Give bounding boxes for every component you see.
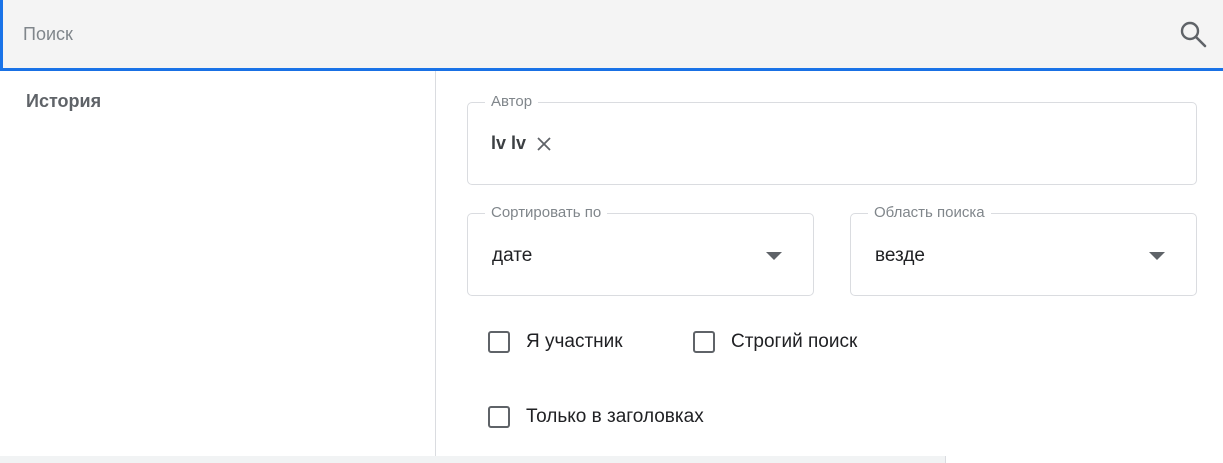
search-scope-label: Область поиска bbox=[868, 203, 991, 223]
chevron-down-icon[interactable] bbox=[766, 252, 782, 260]
checkbox-strict-search[interactable]: Строгий поиск bbox=[693, 331, 857, 353]
author-chip: lv lv bbox=[491, 133, 552, 154]
background-strip bbox=[0, 456, 945, 463]
search-scope-value: везде bbox=[875, 245, 925, 266]
checkbox-box[interactable] bbox=[488, 406, 510, 428]
history-title: История bbox=[26, 91, 102, 111]
search-scope-select[interactable]: Область поиска везде bbox=[850, 203, 1197, 296]
sort-by-label: Сортировать по bbox=[485, 203, 608, 223]
checkbox-box[interactable] bbox=[693, 331, 715, 353]
checkbox-participant[interactable]: Я участник bbox=[488, 331, 623, 353]
chevron-down-icon[interactable] bbox=[1149, 252, 1165, 260]
search-input[interactable] bbox=[21, 16, 1155, 52]
author-chip-text: lv lv bbox=[491, 133, 527, 153]
author-field[interactable]: Автор lv lv bbox=[467, 92, 1197, 185]
close-icon[interactable] bbox=[536, 136, 552, 152]
history-sidebar: История bbox=[0, 71, 436, 456]
sort-by-value: дате bbox=[492, 245, 533, 266]
search-dropdown-panel: История Автор lv lv Сортировать по дате … bbox=[0, 71, 1223, 456]
checkbox-box[interactable] bbox=[488, 331, 510, 353]
background-edge bbox=[945, 456, 1223, 463]
search-bar[interactable] bbox=[3, 0, 1223, 71]
checkbox-titles-only[interactable]: Только в заголовках bbox=[488, 406, 704, 428]
checkbox-label: Я участник bbox=[526, 331, 623, 352]
checkbox-label: Только в заголовках bbox=[526, 406, 704, 427]
search-icon[interactable] bbox=[1178, 20, 1208, 48]
author-field-label: Автор bbox=[485, 92, 539, 112]
checkbox-label: Строгий поиск bbox=[731, 331, 858, 352]
sort-by-select[interactable]: Сортировать по дате bbox=[467, 203, 814, 296]
